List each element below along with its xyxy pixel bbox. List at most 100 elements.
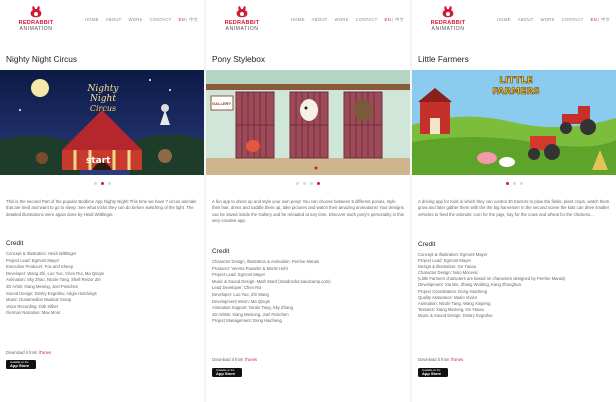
logo[interactable]: REDRABBIT ANIMATION (418, 5, 478, 32)
credit-line: Voice Recording: Dirk Silber (6, 303, 59, 309)
hero-logo-text: LITTLE FARMERS (488, 76, 544, 98)
credit-line: Music: Dunamedion Musical Group (6, 297, 72, 303)
gallery-sign[interactable]: GALLERY (212, 101, 231, 106)
carousel-dot[interactable] (107, 182, 111, 185)
itunes-link[interactable]: iTunes (451, 357, 463, 362)
nav-work[interactable]: WORK (128, 17, 142, 23)
rabbit-logo-icon (442, 6, 454, 18)
nav-contact[interactable]: CONTACT (356, 17, 378, 23)
project-title: Nighty Night Circus (6, 54, 78, 64)
itunes-link[interactable]: iTunes (245, 357, 257, 362)
app-store-badge[interactable]: Available on the App Store (6, 360, 36, 369)
lang-cn[interactable]: 中文 (189, 17, 198, 22)
credit-list: Character Design, Illustration & Animati… (212, 259, 404, 325)
nav-about[interactable]: ABOUT (106, 17, 122, 23)
credit-line: Project Lead: Egmont Mayer (212, 272, 266, 278)
credit-heading: Credit (6, 240, 24, 247)
app-store-badge[interactable]: Available on the App Store (418, 368, 448, 377)
badge-text: Available on the App Store (10, 361, 29, 368)
credit-line: Developer: Wang Zhi, Luo Yue, Chen Rui, … (6, 270, 104, 276)
logo[interactable]: REDRABBIT ANIMATION (212, 5, 272, 32)
carousel-dot[interactable] (93, 182, 97, 185)
badge-big-text: App Store (216, 371, 236, 376)
lang-cn[interactable]: 中文 (601, 17, 610, 22)
brand-sub: ANIMATION (19, 26, 53, 32)
nav-home[interactable]: HOME (85, 17, 99, 23)
hero-logo-line2: Circus (89, 104, 117, 113)
download-text: Download it from iTunes (212, 357, 257, 362)
credit-heading: Credit (418, 241, 436, 248)
credit-line: Character Design, Illustration & Animati… (212, 259, 320, 264)
credit-line: Animation: Sky Zhao, Nicole Tang, Shell … (6, 277, 101, 283)
lang-cn[interactable]: 中文 (395, 17, 404, 22)
carousel-dot[interactable] (303, 182, 306, 185)
itunes-link[interactable]: iTunes (39, 350, 51, 355)
site-header: REDRABBIT ANIMATION HOME ABOUT WORK CONT… (0, 0, 204, 40)
brand-sub: ANIMATION (225, 26, 259, 32)
credit-line: Project Management: Dong Haicheng (212, 318, 282, 324)
rabbit-logo-icon (236, 6, 248, 18)
hero-image[interactable]: Nighty Night Circus start (0, 70, 204, 175)
carousel-dot-active[interactable] (505, 182, 509, 185)
language-switch: EN | 中文 (591, 17, 610, 23)
carousel-dots (412, 182, 616, 185)
site-header: REDRABBIT ANIMATION HOME ABOUT WORK CONT… (206, 0, 410, 40)
nav-about[interactable]: ABOUT (518, 17, 534, 23)
nav-contact[interactable]: CONTACT (562, 17, 584, 23)
credit-line: Producer: Verena Pausder & Moritz Hohl (212, 265, 288, 271)
nav-home[interactable]: HOME (497, 17, 511, 23)
project-panel-pony-stylebox: REDRABBIT ANIMATION HOME ABOUT WORK CONT… (206, 0, 410, 402)
project-panel-little-farmers: REDRABBIT ANIMATION HOME ABOUT WORK CONT… (412, 0, 616, 402)
carousel-dot-active[interactable] (100, 182, 104, 185)
credit-heading: Credit (212, 248, 230, 255)
credit-line: Project Lead: Egmont Mayer (6, 257, 60, 263)
nav-work[interactable]: WORK (540, 17, 554, 23)
carousel-dot[interactable] (519, 182, 523, 185)
logo[interactable]: REDRABBIT ANIMATION (6, 5, 66, 32)
carousel-dot[interactable] (296, 182, 299, 185)
credit-line: Music & Sound Design: Math Ward (smallro… (212, 278, 331, 284)
brand-sub: ANIMATION (431, 26, 465, 32)
credit-list: Concept & Illustration: Egmont Mayer Pro… (418, 252, 610, 319)
app-store-badge[interactable]: Available on the App Store (212, 368, 242, 377)
badge-text: Available on the App Store (422, 369, 441, 376)
hero-logo-line2: FARMERS (492, 87, 540, 98)
credit-line: Developer: Luo Yue, Zhi Wang (212, 291, 269, 297)
badge-big-text: App Store (422, 371, 442, 376)
credit-line: 2D Artists: Xiang Meniong, Joel Poischen (212, 311, 289, 317)
main-nav: HOME ABOUT WORK CONTACT EN | 中文 (291, 17, 404, 23)
credit-line: Executive Producer: Fox and Sheep (6, 264, 74, 270)
main-nav: HOME ABOUT WORK CONTACT EN | 中文 (497, 17, 610, 23)
download-text: Download it from iTunes (418, 357, 463, 362)
project-description: This is the second Part of the popular B… (6, 199, 197, 217)
carousel-dot[interactable] (310, 182, 313, 185)
start-button[interactable]: start (86, 156, 110, 166)
carousel-dot[interactable] (512, 182, 516, 185)
nav-home[interactable]: HOME (291, 17, 305, 23)
download-label: Download it from (212, 357, 245, 362)
hero-image[interactable]: LITTLE FARMERS (412, 70, 616, 175)
carousel-dots (206, 182, 410, 185)
credit-list: Concept & Illustration: Heidi Wittlinger… (6, 251, 198, 317)
nav-work[interactable]: WORK (334, 17, 348, 23)
rabbit-logo-icon (30, 6, 42, 18)
credit-line: Music & Sound Design: Dmitry Evgrafov (418, 312, 493, 318)
credit-line: 2D Artist: Xiang Mening, Joel Poischen (6, 283, 79, 289)
carousel-dot-active[interactable] (317, 182, 320, 185)
nav-contact[interactable]: CONTACT (150, 17, 172, 23)
language-switch: EN | 中文 (179, 17, 198, 23)
download-text: Download it from iTunes (6, 350, 51, 355)
carousel-dots (0, 182, 204, 185)
nav-about[interactable]: ABOUT (312, 17, 328, 23)
download-label: Download it from (418, 357, 451, 362)
project-description: A driving app for Kids in which they can… (418, 199, 610, 217)
site-header: REDRABBIT ANIMATION HOME ABOUT WORK CONT… (412, 0, 616, 40)
badge-text: Available on the App Store (216, 369, 235, 376)
hero-logo-line1: LITTLE (499, 76, 533, 87)
project-title: Pony Stylebox (212, 54, 266, 64)
credit-line: Lead Developer: Chen Rui (212, 285, 262, 291)
credit-line: Sound Design: Dmitry Evgrafov, Adgio Hut… (6, 290, 97, 296)
credit-line: Development Intern: Ma Qinqin (212, 298, 270, 304)
hero-image[interactable]: GALLERY (206, 70, 410, 175)
project-description: A fun app to dress up and style your own… (212, 199, 404, 224)
